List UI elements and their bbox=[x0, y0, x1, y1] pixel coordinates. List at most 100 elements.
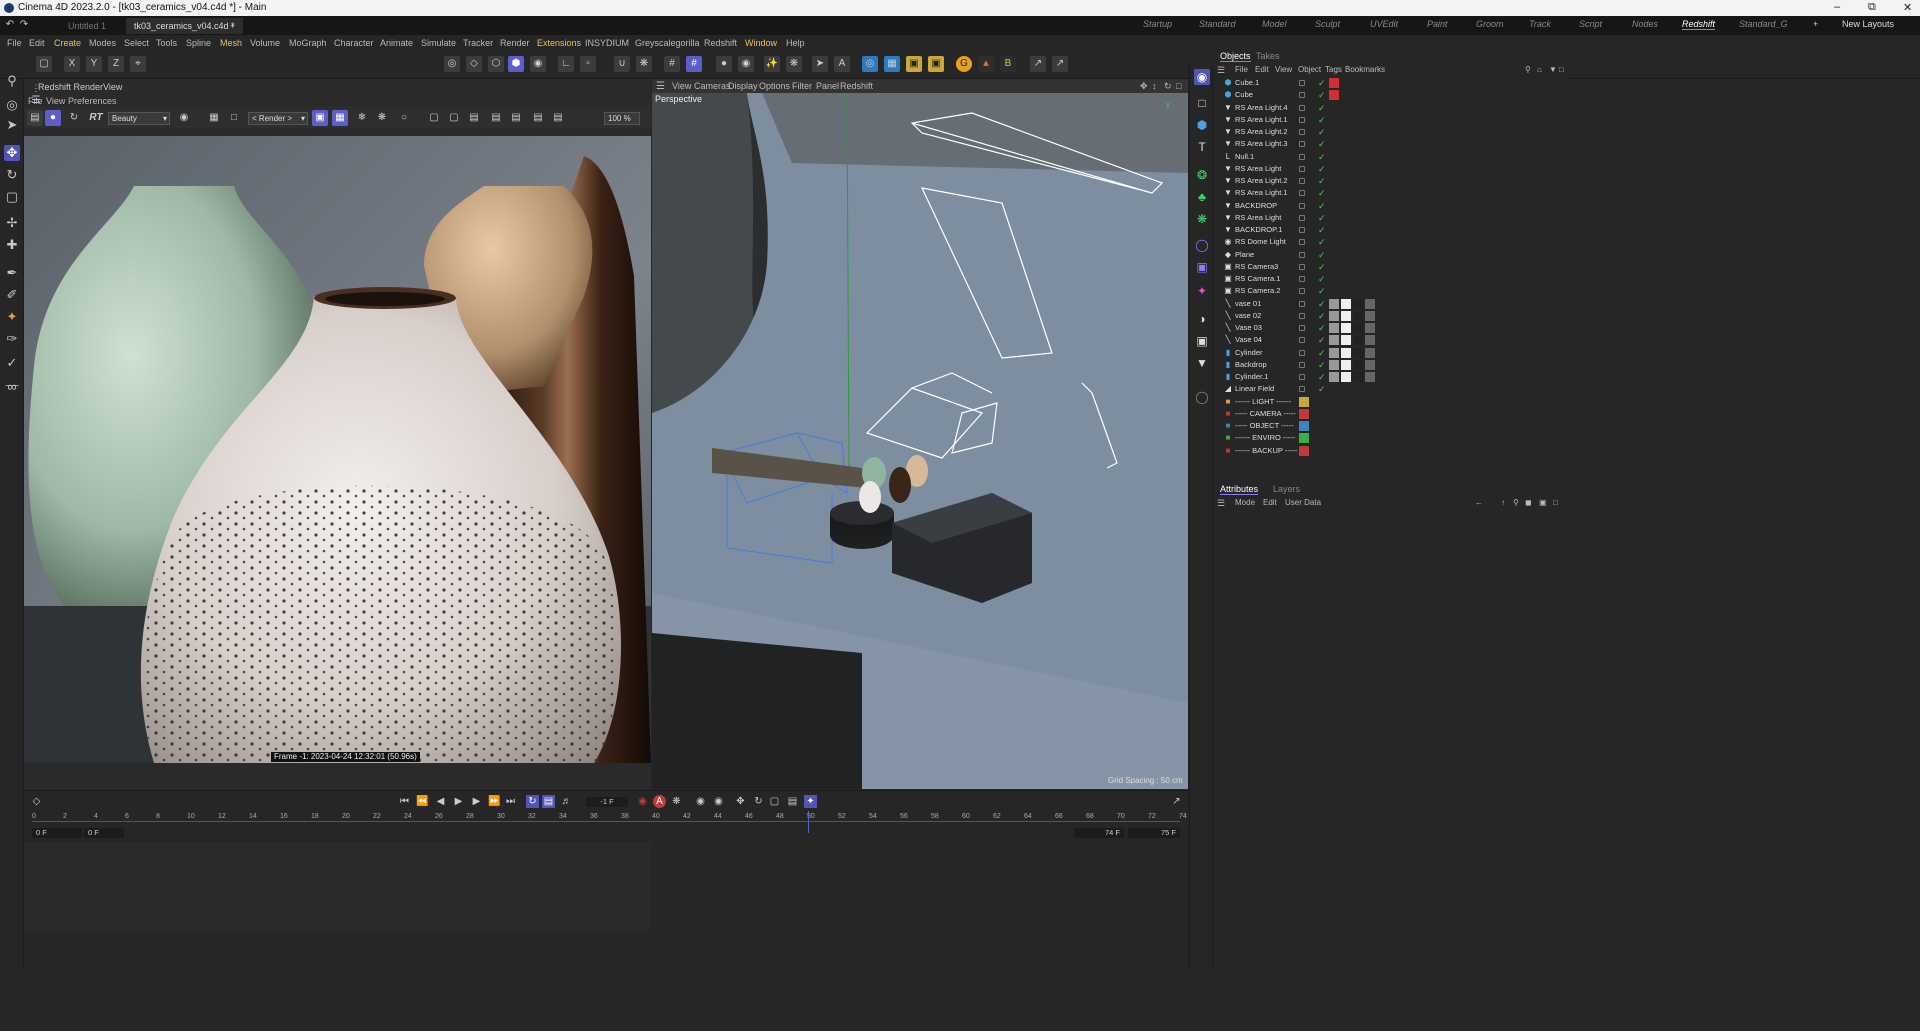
snowflake-icon[interactable]: ❄ bbox=[354, 110, 370, 126]
external-link-icon[interactable]: ↗ bbox=[1052, 56, 1068, 72]
menu-tracker[interactable]: Tracker bbox=[463, 38, 493, 48]
knife-icon[interactable]: ✓ bbox=[4, 355, 20, 371]
axis-mode-icon[interactable]: ∟ bbox=[558, 56, 574, 72]
generator-icon[interactable]: ❂ bbox=[1194, 167, 1210, 183]
menu-window[interactable]: Window bbox=[745, 38, 777, 48]
menu-mesh[interactable]: Mesh bbox=[220, 38, 242, 48]
layout-model[interactable]: Model bbox=[1262, 19, 1287, 29]
expand-icon[interactable]: ▢ bbox=[446, 110, 462, 126]
enabled-check-icon[interactable]: ✓ bbox=[1318, 151, 1326, 163]
vp-menu-options[interactable]: Options bbox=[759, 81, 790, 91]
keyframe-diamond-icon[interactable]: ◇ bbox=[30, 795, 43, 808]
material-tag-icon[interactable] bbox=[1353, 335, 1363, 346]
visibility-toggle[interactable] bbox=[1299, 263, 1305, 270]
visibility-toggle[interactable] bbox=[1299, 153, 1305, 160]
enabled-check-icon[interactable]: ✓ bbox=[1318, 371, 1326, 383]
select-tool-icon[interactable]: ➤ bbox=[4, 117, 20, 133]
material-tag-icon[interactable] bbox=[1341, 347, 1351, 358]
enabled-check-icon[interactable]: ✓ bbox=[1318, 200, 1326, 212]
material-tag-icon[interactable] bbox=[1353, 359, 1363, 370]
material-tag-icon[interactable] bbox=[1353, 298, 1363, 309]
close-icon[interactable]: ✕ bbox=[1903, 1, 1912, 14]
enabled-check-icon[interactable]: ✓ bbox=[1318, 322, 1326, 334]
om-filter-icon[interactable]: ▼ bbox=[1549, 65, 1557, 74]
spline-smooth-icon[interactable]: ✦ bbox=[4, 309, 20, 325]
grid-snap-icon[interactable]: # bbox=[686, 56, 702, 72]
rs-ipr-icon[interactable]: ▣ bbox=[906, 56, 922, 72]
om-menu-view[interactable]: View bbox=[1275, 65, 1292, 74]
layout-nodes[interactable]: Nodes bbox=[1632, 19, 1658, 29]
point-level-key-icon[interactable]: ✦ bbox=[804, 795, 817, 808]
visibility-toggle[interactable] bbox=[1299, 165, 1305, 172]
menu-spline[interactable]: Spline bbox=[186, 38, 211, 48]
visibility-toggle[interactable] bbox=[1299, 104, 1305, 111]
refresh-icon[interactable]: ↻ bbox=[66, 110, 82, 126]
material-tag-icon[interactable] bbox=[1329, 78, 1339, 88]
orbit-icon[interactable]: ↻ bbox=[1164, 81, 1172, 92]
rt-toggle[interactable]: RT bbox=[86, 110, 106, 126]
back-arrow-icon[interactable]: ← bbox=[1475, 498, 1483, 507]
layer-color-swatch[interactable] bbox=[1299, 445, 1309, 456]
go-to-start-icon[interactable]: ⏮ bbox=[398, 795, 411, 808]
enabled-check-icon[interactable]: ✓ bbox=[1318, 359, 1326, 371]
material-tag-icon[interactable] bbox=[1365, 298, 1375, 309]
viewport-menu-icon[interactable]: ☰ bbox=[656, 81, 665, 92]
snapshot-icon[interactable]: ▤ bbox=[27, 110, 43, 126]
material-tag-icon[interactable] bbox=[1365, 335, 1375, 346]
object-row[interactable]: ▣ RS Camera.2 ✓ bbox=[1213, 285, 1568, 297]
layout-standard[interactable]: Standard bbox=[1199, 19, 1236, 29]
brush-icon[interactable]: ✑ bbox=[4, 331, 20, 347]
vp-menu-filter[interactable]: Filter bbox=[792, 81, 812, 91]
visibility-toggle[interactable] bbox=[1299, 92, 1305, 99]
menu-insydium[interactable]: INSYDIUM bbox=[585, 38, 629, 48]
menu-greyscalegorilla[interactable]: Greyscalegorilla bbox=[635, 38, 700, 48]
rs-renderview-icon[interactable]: ▦ bbox=[884, 56, 900, 72]
object-row[interactable]: ◆ Plane ✓ bbox=[1213, 249, 1568, 261]
spline-sketch-icon[interactable]: ✐ bbox=[4, 287, 20, 303]
object-row[interactable]: ■ ------ ENVIRO ----- bbox=[1213, 432, 1568, 444]
tab-takes[interactable]: Takes bbox=[1256, 51, 1280, 61]
object-row[interactable]: ◢ Linear Field ✓ bbox=[1213, 383, 1568, 395]
menu-character[interactable]: Character bbox=[334, 38, 374, 48]
object-row[interactable]: ◉ RS Dome Light ✓ bbox=[1213, 236, 1568, 248]
enable-axis-icon[interactable]: ▫ bbox=[580, 56, 596, 72]
menu-simulate[interactable]: Simulate bbox=[421, 38, 456, 48]
minimize-icon[interactable]: – bbox=[1834, 1, 1840, 13]
start-frame-field[interactable]: 0 F bbox=[32, 828, 82, 838]
vp-menu-display[interactable]: Display bbox=[728, 81, 758, 91]
end-frame-field[interactable]: 75 F bbox=[1128, 828, 1180, 838]
crop-icon[interactable]: □ bbox=[226, 110, 242, 126]
rv-menu-file[interactable]: File bbox=[28, 96, 43, 106]
transfer-tool-icon[interactable]: ✢ bbox=[4, 215, 20, 231]
enabled-check-icon[interactable]: ✓ bbox=[1318, 175, 1326, 187]
search-icon[interactable]: ⚲ bbox=[4, 73, 20, 89]
autokey-icon[interactable]: A bbox=[653, 795, 666, 808]
visibility-toggle[interactable] bbox=[1299, 361, 1305, 368]
visibility-toggle[interactable] bbox=[1299, 251, 1305, 258]
attr-lock-icon[interactable]: ▣ bbox=[1539, 498, 1547, 507]
material-tag-icon[interactable] bbox=[1341, 323, 1351, 333]
attr-menu-mode[interactable]: Mode bbox=[1235, 498, 1255, 507]
enabled-check-icon[interactable]: ✓ bbox=[1318, 298, 1326, 310]
points-mode-icon[interactable]: ◎ bbox=[444, 56, 460, 72]
axis-x-toggle[interactable]: X bbox=[64, 56, 80, 72]
perspective-viewport[interactable]: y Perspective bbox=[652, 93, 1188, 789]
texture-mode-icon[interactable]: ◉ bbox=[530, 56, 546, 72]
move-tool-icon[interactable]: ✥ bbox=[4, 145, 20, 161]
material-tag-icon[interactable] bbox=[1365, 359, 1375, 370]
rs-camera-icon[interactable]: A bbox=[834, 56, 850, 72]
rotate-tool-icon[interactable]: ↻ bbox=[4, 167, 20, 183]
circle-select-icon[interactable]: ○ bbox=[396, 110, 412, 126]
motion-record-icon[interactable]: ◉ bbox=[694, 795, 707, 808]
camera-icon[interactable]: ▣ bbox=[1194, 333, 1210, 349]
enabled-check-icon[interactable]: ✓ bbox=[1318, 187, 1326, 199]
rv-menu-view[interactable]: View bbox=[46, 96, 65, 106]
record-icon[interactable]: ◉ bbox=[636, 795, 649, 808]
enabled-check-icon[interactable]: ✓ bbox=[1318, 273, 1326, 285]
lock-icon[interactable]: ▣ bbox=[312, 110, 328, 126]
disabled-tool-icon[interactable]: ◯ bbox=[1194, 389, 1210, 405]
menu-create[interactable]: Create bbox=[54, 38, 81, 48]
field-icon[interactable]: ◯ bbox=[1194, 237, 1210, 253]
object-row[interactable]: ■ ------ LIGHT ------ bbox=[1213, 396, 1568, 408]
layer-color-swatch[interactable] bbox=[1299, 433, 1309, 444]
